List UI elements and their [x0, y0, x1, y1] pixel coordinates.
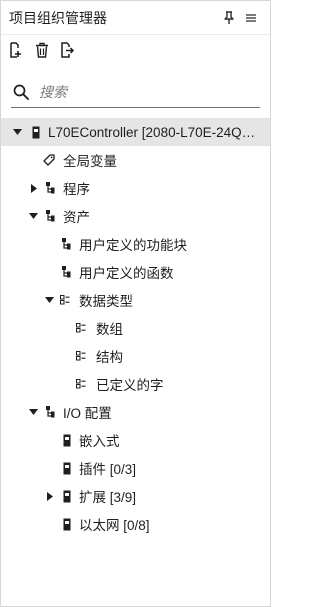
chevron-down-icon[interactable]	[12, 127, 22, 137]
chevron-down-icon[interactable]	[44, 295, 54, 305]
tree-label-controller: L70EController [2080-L70E-24QWB]	[48, 124, 262, 140]
tree-node-controller[interactable]: L70EController [2080-L70E-24QWB]	[1, 118, 270, 146]
trash-icon[interactable]	[34, 42, 50, 58]
add-item-icon[interactable]	[8, 42, 24, 58]
panel-title: 项目组织管理器	[9, 9, 107, 26]
data-type-icon	[59, 293, 71, 307]
module-icon	[61, 433, 73, 447]
data-type-icon	[75, 321, 87, 335]
tree-label-data-types: 数据类型	[79, 294, 133, 309]
tree-label-ethernet: 以太网 [0/8]	[79, 518, 150, 533]
chevron-down-icon[interactable]	[28, 211, 38, 221]
tree-node-data-types[interactable]: 数据类型	[1, 286, 270, 314]
tree-node-assets[interactable]: 资产	[1, 202, 270, 230]
controller-icon	[30, 125, 42, 139]
pin-icon[interactable]	[220, 9, 238, 27]
panel-header: 项目组织管理器	[1, 1, 270, 35]
chevron-right-icon[interactable]	[29, 183, 39, 193]
tree-node-user-function-blocks[interactable]: 用户定义的功能块	[1, 230, 270, 258]
folder-tree-icon	[44, 405, 56, 419]
chevron-right-icon[interactable]	[45, 491, 55, 501]
tree-node-structs[interactable]: 结构	[1, 342, 270, 370]
search-input[interactable]	[39, 84, 239, 100]
export-icon[interactable]	[60, 42, 76, 58]
tree-label-structs: 结构	[96, 350, 123, 365]
project-organizer-panel: 项目组织管理器 搜索 L70EController [2080-L70E-24Q…	[0, 0, 271, 607]
tree-label-embedded: 嵌入式	[79, 434, 120, 449]
tag-icon	[43, 153, 55, 167]
tree-node-arrays[interactable]: 数组	[1, 314, 270, 342]
data-type-icon	[75, 349, 87, 363]
tree-label-global-vars: 全局变量	[63, 154, 117, 169]
tree-label-assets: 资产	[63, 210, 90, 225]
search-icon[interactable]	[13, 84, 29, 100]
tree-label-user-functions: 用户定义的函数	[79, 266, 174, 281]
tree-node-global-vars[interactable]: 全局变量	[1, 146, 270, 174]
tree-label-programs: 程序	[63, 182, 90, 197]
folder-tree-icon	[60, 237, 72, 251]
tree-label-arrays: 数组	[96, 322, 123, 337]
folder-tree-icon	[44, 181, 56, 195]
tree-node-embedded[interactable]: 嵌入式	[1, 426, 270, 454]
tree-node-programs[interactable]: 程序	[1, 174, 270, 202]
folder-tree-icon	[60, 265, 72, 279]
tree-label-defined-types: 已定义的字	[96, 378, 164, 393]
data-type-icon	[75, 377, 87, 391]
tree-label-io-config: I/O 配置	[63, 406, 112, 421]
toolbar	[1, 35, 270, 65]
tree-node-io-config[interactable]: I/O 配置	[1, 398, 270, 426]
tree-label-plugins: 插件 [0/3]	[79, 462, 137, 477]
menu-icon[interactable]	[242, 9, 260, 27]
tree-node-ethernet[interactable]: 以太网 [0/8]	[1, 510, 270, 538]
tree-node-expansion[interactable]: 扩展 [3/9]	[1, 482, 270, 510]
tree-label-expansion: 扩展 [3/9]	[79, 490, 137, 505]
module-icon	[61, 517, 73, 531]
chevron-down-icon[interactable]	[28, 407, 38, 417]
search-bar	[11, 77, 260, 108]
module-icon	[61, 489, 73, 503]
project-tree: L70EController [2080-L70E-24QWB] 全局变量 程序	[1, 118, 270, 538]
tree-node-user-functions[interactable]: 用户定义的函数	[1, 258, 270, 286]
tree-label-user-function-blocks: 用户定义的功能块	[79, 238, 187, 253]
folder-tree-icon	[44, 209, 56, 223]
tree-node-defined-types[interactable]: 已定义的字	[1, 370, 270, 398]
tree-node-plugins[interactable]: 插件 [0/3]	[1, 454, 270, 482]
module-icon	[61, 461, 73, 475]
